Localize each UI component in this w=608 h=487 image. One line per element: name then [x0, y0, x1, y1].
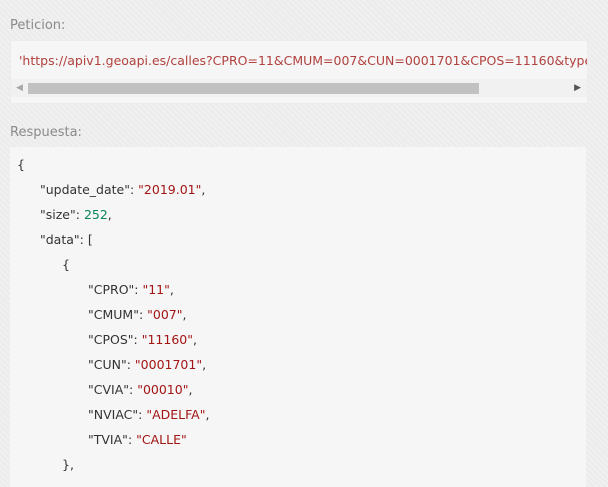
json-open-brace: { [17, 157, 25, 172]
json-key: "TVIA" [88, 432, 128, 447]
json-string-value: "11160" [141, 332, 193, 347]
json-comma: , [201, 182, 206, 197]
json-colon: : [75, 207, 84, 222]
json-key: "update_date" [40, 182, 130, 197]
json-key: "CPRO" [88, 282, 135, 297]
horizontal-scrollbar[interactable]: ◀ ▶ [11, 79, 587, 97]
json-line-size: "size": 252, [40, 207, 112, 222]
json-colon: : [126, 357, 135, 372]
json-line-update-date: "update_date": "2019.01", [40, 182, 205, 197]
json-line-data: "data": [ [40, 232, 93, 247]
json-comma: , [107, 207, 112, 222]
json-colon: : [138, 307, 148, 322]
json-key: "CUN" [88, 357, 127, 372]
json-string-value: "0001701" [134, 357, 203, 372]
json-string-value: "00010" [137, 382, 189, 397]
json-string-value: "CALLE" [136, 432, 187, 447]
json-colon: : [127, 432, 137, 447]
json-string-value: "2019.01" [138, 182, 202, 197]
response-json-box: { "update_date": "2019.01", "size": 252,… [10, 147, 586, 487]
json-item-open-brace: { [62, 257, 70, 272]
request-url-box[interactable]: 'https://apiv1.geoapi.es/calles?CPRO=11&… [10, 40, 588, 104]
json-comma: , [169, 282, 174, 297]
json-key: "size" [40, 207, 76, 222]
json-key: "CPOS" [88, 332, 134, 347]
json-line-field: "CMUM": "007", [88, 307, 186, 322]
json-colon: : [129, 382, 138, 397]
json-comma: , [202, 357, 207, 372]
json-key: "data" [40, 232, 80, 247]
json-key: "NVIAC" [88, 407, 139, 422]
respuesta-label: Respuesta: [10, 125, 82, 140]
json-string-value: "007" [147, 307, 183, 322]
scrollbar-thumb[interactable] [28, 83, 479, 94]
json-open-bracket: [ [87, 232, 93, 247]
json-key: "CVIA" [88, 382, 130, 397]
json-comma: , [188, 382, 193, 397]
scroll-left-arrow-icon[interactable]: ◀ [16, 83, 23, 93]
json-line-field: "TVIA": "CALLE" [88, 432, 187, 447]
scroll-right-arrow-icon[interactable]: ▶ [574, 83, 581, 93]
json-comma: , [182, 307, 187, 322]
json-string-value: "ADELFA" [146, 407, 206, 422]
json-comma: , [193, 332, 197, 347]
json-line-field: "CVIA": "00010", [88, 382, 192, 397]
json-key: "CMUM" [88, 307, 139, 322]
request-url-text[interactable]: 'https://apiv1.geoapi.es/calles?CPRO=11&… [19, 53, 587, 68]
json-colon: : [79, 232, 88, 247]
json-line-field: "CPRO": "11", [88, 282, 174, 297]
json-item-close-brace: }, [62, 457, 74, 472]
peticion-label: Peticion: [10, 18, 66, 33]
json-colon: : [133, 332, 142, 347]
json-colon: : [129, 182, 139, 197]
json-line-field: "NVIAC": "ADELFA", [88, 407, 209, 422]
json-number-value: 252 [83, 207, 108, 222]
json-comma: , [205, 407, 210, 422]
json-line-field: "CPOS": "11160", [88, 332, 197, 347]
json-line-field: "CUN": "0001701", [88, 357, 206, 372]
json-string-value: "11" [142, 282, 170, 297]
